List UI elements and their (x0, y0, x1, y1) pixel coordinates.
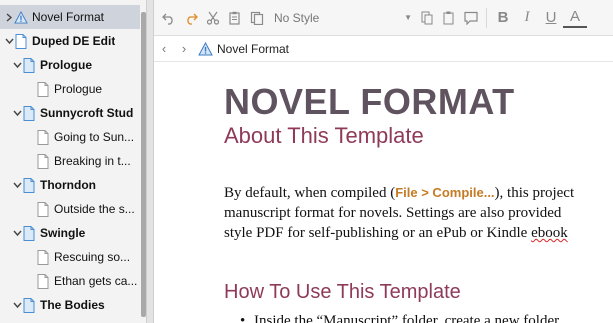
info-icon (198, 41, 213, 56)
cut-icon[interactable] (202, 7, 224, 29)
paste-icon[interactable] (246, 7, 268, 29)
page-icon (36, 249, 50, 265)
menu-reference: File > Compile... (395, 185, 495, 200)
comment-icon[interactable] (460, 7, 482, 29)
binder-item[interactable]: Prologue (0, 53, 140, 77)
toolbar-separator (486, 7, 487, 28)
document-icon (14, 33, 28, 49)
binder-item-label: Ethan gets ca... (54, 274, 138, 288)
chevron-right-icon[interactable] (4, 12, 14, 22)
redo-icon[interactable] (180, 7, 202, 29)
paragraph-line-1: By default, when compiled (File > Compil… (224, 183, 613, 203)
chevron-down-icon[interactable] (4, 38, 14, 45)
binder-item-label: Novel Format (32, 10, 105, 24)
style-select-value: No Style (274, 10, 320, 25)
binder-item-label: Duped DE Edit (32, 34, 116, 48)
bullet-item: • Inside the “Manuscript” folder, create … (240, 313, 560, 323)
page-icon (36, 81, 50, 97)
binder-item-label: Outside the s... (54, 202, 135, 216)
binder-item[interactable]: Duped DE Edit (0, 29, 140, 53)
binder-item[interactable]: Novel Format (0, 5, 140, 29)
info-icon (14, 10, 28, 25)
binder-item[interactable]: Sunnycroft Stud (0, 101, 140, 125)
chevron-down-icon[interactable] (12, 62, 22, 69)
editor-pane: No Style ▼ B I U A ‹ › Novel Format NOVE… (154, 0, 613, 323)
bullet-marker: • (240, 313, 246, 323)
binder-item[interactable]: Thorndon (0, 173, 140, 197)
binder-sidebar: Novel Format Duped DE Edit Prologue Prologu… (0, 0, 146, 323)
binder-item[interactable]: Rescuing so... (0, 245, 140, 269)
binder-item[interactable]: Outside the s... (0, 197, 140, 221)
paragraph-line-2: manuscript format for novels. Settings a… (224, 205, 562, 221)
binder-item-label: Rescuing so... (54, 250, 131, 264)
binder-item[interactable]: The Bodies (0, 293, 140, 317)
chevron-down-icon[interactable] (12, 182, 22, 189)
split-divider[interactable] (146, 0, 154, 323)
paragraph-text: style PDF for self-publishing or an ePub… (224, 225, 532, 241)
binder-item[interactable]: Prologue (0, 77, 140, 101)
editor-header-title: Novel Format (217, 41, 290, 56)
section-heading: How To Use This Template (224, 281, 461, 303)
chevron-down-icon[interactable] (12, 230, 22, 237)
format-bar: No Style ▼ B I U A (154, 0, 613, 36)
document-icon (22, 57, 36, 73)
chevron-down-icon[interactable] (12, 302, 22, 309)
style-select[interactable]: No Style ▼ (274, 7, 416, 29)
page-icon (36, 273, 50, 289)
style-paste-icon[interactable] (438, 7, 460, 29)
page-icon (36, 129, 50, 145)
binder-item[interactable]: Breaking in t... (0, 149, 140, 173)
italic-icon[interactable]: I (515, 7, 539, 29)
bullet-text: Inside the “Manuscript” folder, create a… (254, 313, 560, 323)
undo-icon[interactable] (158, 7, 180, 29)
copy-icon[interactable] (224, 7, 246, 29)
paragraph-text: By default, when compiled ( (224, 185, 396, 201)
document-icon (22, 225, 36, 241)
bold-icon[interactable]: B (491, 7, 515, 29)
binder-item-label: Prologue (54, 82, 103, 96)
binder-item-label: Breaking in t... (54, 154, 131, 168)
binder-item-label: Going to Sun... (54, 130, 135, 144)
document-icon (22, 297, 36, 313)
chevron-down-icon: ▼ (404, 13, 412, 22)
document-content[interactable]: NOVEL FORMAT About This Template By defa… (154, 63, 613, 323)
binder-item[interactable]: Ethan gets ca... (0, 269, 140, 293)
misspelled-word: ebook (531, 225, 568, 241)
document-subtitle: About This Template (224, 123, 424, 148)
binder-item-label: The Bodies (40, 298, 105, 312)
page-icon (36, 201, 50, 217)
binder-item[interactable]: Swingle (0, 221, 140, 245)
paragraph-line-3: style PDF for self-publishing or an ePub… (224, 223, 613, 243)
chevron-right-icon[interactable]: › (174, 41, 194, 56)
document-icon (22, 105, 36, 121)
binder-item[interactable]: Going to Sun... (0, 125, 140, 149)
page-icon (36, 153, 50, 169)
binder-item-label: Thorndon (40, 178, 96, 192)
binder-item-label: Sunnycroft Stud (40, 106, 134, 120)
text-color-icon[interactable]: A (563, 8, 587, 28)
underline-icon[interactable]: U (539, 7, 563, 29)
chevron-down-icon[interactable] (12, 110, 22, 117)
binder-item-label: Prologue (40, 58, 93, 72)
document-icon (22, 177, 36, 193)
binder-item-label: Swingle (40, 226, 86, 240)
body-paragraph: By default, when compiled (File > Compil… (224, 183, 613, 243)
paragraph-text: ), this project (494, 185, 575, 201)
editor-header-bar: ‹ › Novel Format (154, 36, 613, 62)
document-title: NOVEL FORMAT (224, 81, 515, 122)
style-copy-icon[interactable] (416, 7, 438, 29)
chevron-left-icon[interactable]: ‹ (154, 41, 174, 56)
